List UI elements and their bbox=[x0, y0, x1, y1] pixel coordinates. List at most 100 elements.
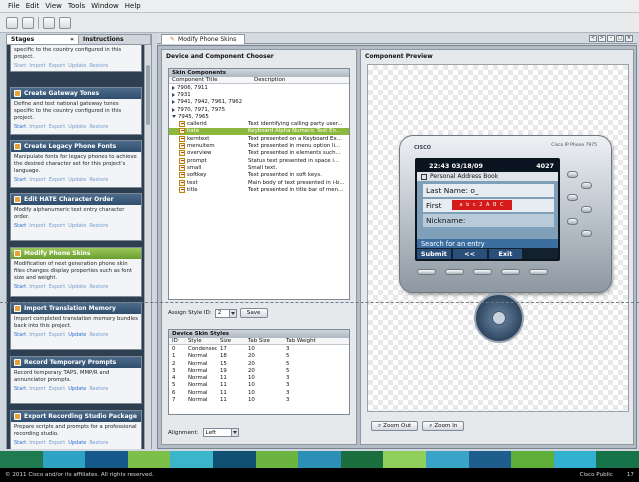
table-row[interactable]: 0 Condensed 17 10 3 bbox=[169, 345, 349, 352]
stage-header[interactable]: Modify Phone Skins bbox=[11, 248, 141, 259]
stage-link-export[interactable]: Export bbox=[49, 223, 65, 229]
stage-link-import[interactable]: Import bbox=[29, 440, 46, 446]
stage-header[interactable]: Record Temporary Prompts bbox=[11, 357, 141, 368]
stage-link-restore[interactable]: Restore bbox=[89, 284, 108, 290]
tab-stages[interactable]: Stages « bbox=[7, 35, 79, 44]
stages-scrollbar[interactable] bbox=[144, 45, 151, 449]
stage-link-start[interactable]: Start bbox=[14, 63, 26, 69]
collapsed-icon[interactable] bbox=[172, 85, 175, 90]
stage-link-import[interactable]: Import bbox=[29, 284, 46, 290]
menu-file[interactable]: File bbox=[8, 2, 20, 10]
stage-link-export[interactable]: Export bbox=[49, 177, 65, 183]
zoom-out-button[interactable]: ⌕ Zoom Out bbox=[371, 421, 419, 431]
table-row[interactable]: 7 Normal 11 10 3 bbox=[169, 396, 349, 403]
stage-link-start[interactable]: Start bbox=[14, 386, 26, 392]
stage-card[interactable]: Edit HATE Character Order Modify alphanum… bbox=[10, 193, 142, 241]
forward-icon[interactable] bbox=[59, 16, 71, 29]
component-row[interactable]: hate Keyboard Alpha Numeric Text En... bbox=[169, 127, 349, 136]
component-row[interactable]: callerid Text identifying calling party u… bbox=[169, 120, 349, 128]
stage-link-update[interactable]: Update bbox=[68, 332, 86, 338]
stage-link-start[interactable]: Start bbox=[14, 440, 26, 446]
stage-link-update[interactable]: Update bbox=[68, 284, 86, 290]
stage-link-export[interactable]: Export bbox=[49, 440, 65, 446]
menu-tools[interactable]: Tools bbox=[68, 2, 85, 10]
table-row[interactable]: 2 Normal 15 20 5 bbox=[169, 360, 349, 367]
component-row[interactable]: overview Text presented in elements such.… bbox=[169, 150, 349, 157]
stage-link-start[interactable]: Start bbox=[14, 124, 26, 130]
stage-header[interactable]: Create Gateway Tones bbox=[11, 88, 141, 99]
tab-instructions[interactable]: Instructions bbox=[79, 35, 151, 44]
assign-style-select[interactable]: 2 bbox=[214, 308, 237, 318]
expanded-icon[interactable] bbox=[172, 115, 176, 119]
stage-card[interactable]: Modify Phone Skins Modification of next g… bbox=[10, 247, 142, 297]
menu-view[interactable]: View bbox=[45, 2, 62, 10]
collapsed-icon[interactable] bbox=[172, 100, 175, 105]
component-row[interactable]: title Text presented in title bar of men.… bbox=[169, 186, 349, 193]
stage-link-export[interactable]: Export bbox=[49, 332, 65, 338]
stage-link-restore[interactable]: Restore bbox=[89, 332, 108, 338]
tab-modify-phone-skins[interactable]: ✎ Modify Phone Skins bbox=[161, 34, 246, 44]
stage-link-update[interactable]: Update bbox=[68, 177, 86, 183]
new-project-icon[interactable] bbox=[6, 16, 18, 29]
stage-card[interactable]: Create Gateway Tones Define and test nati… bbox=[10, 87, 142, 135]
component-row[interactable]: small Small text. bbox=[169, 164, 349, 171]
alignment-select[interactable]: Left bbox=[202, 428, 239, 437]
stage-link-import[interactable]: Import bbox=[29, 63, 46, 69]
component-row[interactable]: softkey Text presented in soft keys. bbox=[169, 172, 349, 179]
stage-header[interactable]: Import Translation Memory bbox=[11, 303, 141, 314]
stage-link-restore[interactable]: Restore bbox=[89, 386, 108, 392]
stage-link-import[interactable]: Import bbox=[29, 124, 46, 130]
stage-link-export[interactable]: Export bbox=[49, 284, 65, 290]
stage-link-update[interactable]: Update bbox=[68, 63, 86, 69]
component-row[interactable]: prompt Status text presented in space i..… bbox=[169, 157, 349, 164]
stage-link-start[interactable]: Start bbox=[14, 177, 26, 183]
component-row[interactable]: text Main body of text presented in i-b..… bbox=[169, 179, 349, 186]
menu-edit[interactable]: Edit bbox=[26, 2, 40, 10]
stage-header[interactable]: Export Recording Studio Package bbox=[11, 411, 141, 422]
component-row[interactable]: kerntext Text presented on a Keyboard Ex.… bbox=[169, 135, 349, 142]
close-icon[interactable]: × bbox=[625, 35, 633, 42]
stage-link-start[interactable]: Start bbox=[14, 332, 26, 338]
stage-header[interactable]: Edit HATE Character Order bbox=[11, 194, 141, 205]
tree-group[interactable]: 7945, 7965 bbox=[169, 113, 349, 120]
prev-tab-icon[interactable]: < bbox=[589, 35, 597, 42]
collapse-icon[interactable]: « bbox=[70, 36, 74, 43]
collapsed-icon[interactable] bbox=[172, 107, 175, 112]
table-row[interactable]: 5 Normal 11 10 3 bbox=[169, 382, 349, 389]
stage-link-import[interactable]: Import bbox=[29, 223, 46, 229]
stage-link-import[interactable]: Import bbox=[29, 332, 46, 338]
table-row[interactable]: 6 Normal 11 10 3 bbox=[169, 389, 349, 396]
stage-link-update[interactable]: Update bbox=[68, 223, 86, 229]
menu-window[interactable]: Window bbox=[91, 2, 119, 10]
back-icon[interactable] bbox=[43, 16, 55, 29]
stage-card[interactable]: Import Translation Memory Import complete… bbox=[10, 302, 142, 350]
tree-group[interactable]: 7906, 7911 bbox=[169, 84, 349, 91]
stage-link-import[interactable]: Import bbox=[29, 177, 46, 183]
stage-link-update[interactable]: Update bbox=[68, 440, 86, 446]
stage-card[interactable]: Record Temporary Prompts Record temporary… bbox=[10, 356, 142, 404]
tree-group[interactable]: 7970, 7971, 7975 bbox=[169, 106, 349, 113]
component-row[interactable]: menuitem Text presented in menu option li… bbox=[169, 142, 349, 150]
tree-group[interactable]: 7941, 7942, 7961, 7962 bbox=[169, 99, 349, 106]
stage-link-restore[interactable]: Restore bbox=[89, 440, 108, 446]
collapsed-icon[interactable] bbox=[172, 92, 175, 97]
stage-link-import[interactable]: Import bbox=[29, 386, 46, 392]
stage-link-restore[interactable]: Restore bbox=[89, 124, 108, 130]
stage-link-update[interactable]: Update bbox=[68, 386, 86, 392]
table-row[interactable]: 3 Normal 19 20 5 bbox=[169, 367, 349, 374]
stage-link-export[interactable]: Export bbox=[49, 124, 65, 130]
zoom-in-button[interactable]: ⌕ Zoom In bbox=[422, 421, 465, 431]
save-button[interactable]: Save bbox=[239, 308, 268, 318]
stage-header[interactable]: Create Legacy Phone Fonts bbox=[11, 141, 141, 152]
menu-help[interactable]: Help bbox=[125, 2, 141, 10]
stage-link-start[interactable]: Start bbox=[14, 223, 26, 229]
stage-link-restore[interactable]: Restore bbox=[89, 177, 108, 183]
stage-card[interactable]: Create Legacy Phone Fonts Manipulate font… bbox=[10, 140, 142, 188]
stage-link-export[interactable]: Export bbox=[49, 386, 65, 392]
stage-link-restore[interactable]: Restore bbox=[89, 223, 108, 229]
stage-card[interactable]: Export Recording Studio Package Prepare s… bbox=[10, 410, 142, 449]
table-row[interactable]: 1 Normal 18 20 5 bbox=[169, 353, 349, 360]
stage-link-export[interactable]: Export bbox=[49, 63, 65, 69]
maximize-icon[interactable]: □ bbox=[616, 35, 624, 42]
stage-link-update[interactable]: Update bbox=[68, 124, 86, 130]
